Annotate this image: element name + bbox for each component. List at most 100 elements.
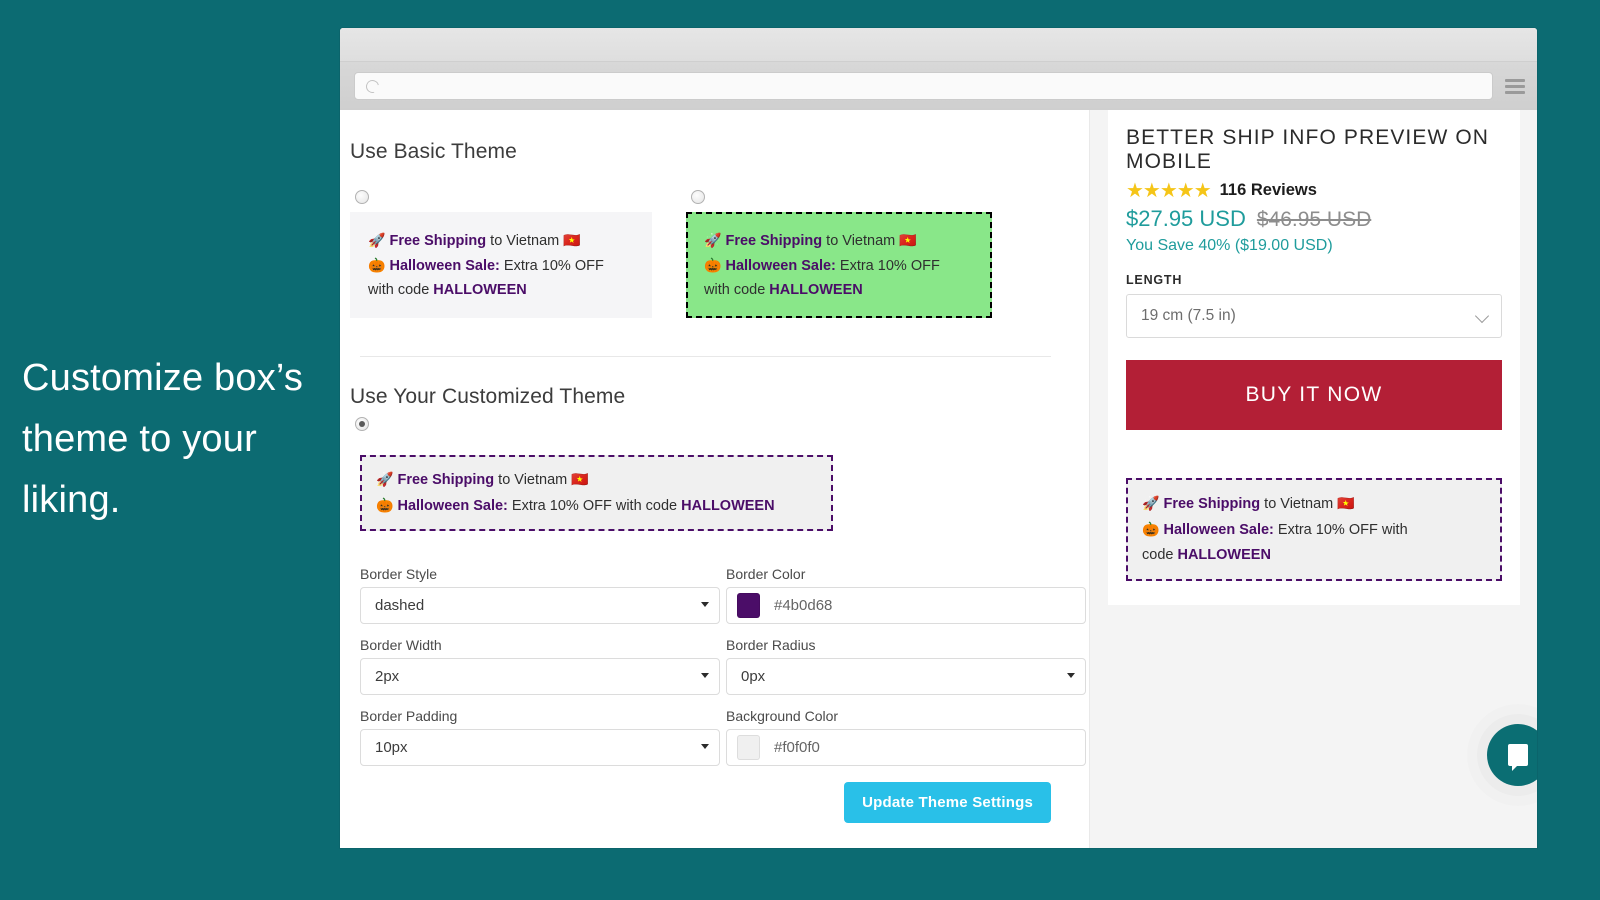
promo-code: HALLOWEEN — [433, 282, 526, 298]
rocket-icon: 🚀 — [368, 232, 385, 248]
vietnam-flag-icon: 🇻🇳 — [899, 232, 916, 248]
free-shipping-label: Free Shipping — [725, 233, 822, 249]
label-border-width: Border Width — [360, 637, 720, 653]
section-divider — [360, 356, 1051, 357]
free-shipping-label: Free Shipping — [389, 233, 486, 249]
value-background-color[interactable]: #f0f0f0 — [774, 739, 820, 756]
field-background-color: Background Color #f0f0f0 — [726, 699, 1086, 766]
price-current: $27.95 USD — [1126, 206, 1246, 232]
preview-light-line1: 🚀 Free Shipping to Vietnam 🇻🇳 — [368, 228, 634, 253]
preview-box-custom[interactable]: 🚀 Free Shipping to Vietnam 🇻🇳 🎃 Hallowee… — [360, 455, 833, 531]
free-shipping-rest: to Vietnam — [486, 233, 563, 249]
halloween-sale-label: Halloween Sale: — [397, 498, 507, 514]
chat-bubble-icon — [1508, 744, 1528, 766]
halloween-sale-label: Halloween Sale: — [1163, 522, 1273, 538]
rocket-icon: 🚀 — [704, 232, 721, 248]
hamburger-menu-icon[interactable] — [1505, 79, 1527, 94]
vietnam-flag-icon: 🇻🇳 — [563, 232, 580, 248]
preview-box-light[interactable]: 🚀 Free Shipping to Vietnam 🇻🇳 🎃 Hallowee… — [350, 212, 652, 318]
chevron-down-icon — [1475, 309, 1489, 323]
field-border-style: Border Style dashed — [360, 557, 720, 624]
vietnam-flag-icon: 🇻🇳 — [1337, 495, 1354, 511]
select-border-width[interactable]: 2px — [360, 658, 720, 695]
halloween-sale-rest: Extra 10% OFF with code — [508, 498, 681, 514]
free-shipping-label: Free Shipping — [1163, 496, 1260, 512]
price-original: $46.95 USD — [1257, 208, 1371, 232]
option-label-length: LENGTH — [1126, 273, 1502, 287]
halloween-sale-label: Halloween Sale: — [389, 258, 499, 274]
field-border-radius: Border Radius 0px — [726, 628, 1086, 695]
swatch-border-color[interactable] — [737, 593, 760, 618]
halloween-sale-rest: Extra 10% OFF — [836, 258, 940, 274]
address-bar[interactable] — [354, 72, 1493, 100]
mobile-shipping-box[interactable]: 🚀 Free Shipping to Vietnam 🇻🇳 🎃 Hallowee… — [1126, 478, 1502, 581]
buy-it-now-button[interactable]: BUY IT NOW — [1126, 360, 1502, 430]
basic-theme-options: 🚀 Free Shipping to Vietnam 🇻🇳 🎃 Hallowee… — [350, 182, 1061, 318]
update-theme-settings-button[interactable]: Update Theme Settings — [844, 782, 1051, 823]
pumpkin-icon: 🎃 — [376, 497, 393, 513]
review-count[interactable]: 116 Reviews — [1220, 181, 1317, 200]
pumpkin-icon: 🎃 — [368, 257, 385, 273]
mobile-preview-panel: BETTER SHIP INFO PREVIEW ON MOBILE ★★★★★… — [1089, 110, 1537, 848]
preview-custom-line2: 🎃 Halloween Sale: Extra 10% OFF with cod… — [376, 493, 817, 519]
select-length[interactable]: 19 cm (7.5 in) — [1126, 294, 1502, 338]
preview-green-line2: 🎃 Halloween Sale: Extra 10% OFF — [704, 253, 974, 278]
basic-theme-heading: Use Basic Theme — [350, 140, 1061, 164]
page-caption: Customize box’s theme to your liking. — [22, 348, 332, 531]
chat-widget-button[interactable] — [1487, 724, 1537, 786]
mobile-ship-line3: code HALLOWEEN — [1142, 543, 1486, 568]
product-price: $27.95 USD $46.95 USD — [1126, 206, 1502, 232]
promo-code: HALLOWEEN — [1177, 547, 1270, 563]
halloween-sale-rest: Extra 10% OFF — [500, 258, 604, 274]
value-border-color[interactable]: #4b0d68 — [774, 597, 832, 614]
theme-settings-panel: Use Basic Theme 🚀 Free Shipping to Vietn… — [340, 110, 1089, 848]
select-border-style[interactable]: dashed — [360, 587, 720, 624]
reload-spinner-icon[interactable] — [365, 79, 380, 94]
star-rating-icon: ★★★★★ — [1126, 178, 1211, 203]
product-title: BETTER SHIP INFO PREVIEW ON MOBILE — [1126, 126, 1502, 174]
with-code-prefix: with code — [704, 282, 769, 298]
theme-settings-form: Border Style dashed Border Color #4b0d68… — [360, 557, 1061, 766]
preview-light-line3: with code HALLOWEEN — [368, 278, 634, 302]
free-shipping-rest: to Vietnam — [822, 233, 899, 249]
mobile-ship-line2: 🎃 Halloween Sale: Extra 10% OFF with — [1142, 517, 1486, 543]
savings-line: You Save 40% ($19.00 USD) — [1126, 237, 1502, 255]
mobile-ship-line1: 🚀 Free Shipping to Vietnam 🇻🇳 — [1142, 491, 1486, 517]
promo-code: HALLOWEEN — [769, 282, 862, 298]
rocket-icon: 🚀 — [376, 471, 393, 487]
label-border-radius: Border Radius — [726, 637, 1086, 653]
free-shipping-rest: to Vietnam — [1260, 496, 1337, 512]
free-shipping-label: Free Shipping — [397, 472, 494, 488]
halloween-sale-label: Halloween Sale: — [725, 258, 835, 274]
field-border-color: Border Color #4b0d68 — [726, 557, 1086, 624]
select-border-radius[interactable]: 0px — [726, 658, 1086, 695]
page-body: Use Basic Theme 🚀 Free Shipping to Vietn… — [340, 110, 1537, 848]
pumpkin-icon: 🎃 — [704, 257, 721, 273]
with-code-prefix: with code — [368, 282, 433, 298]
browser-toolbar — [340, 62, 1537, 110]
radio-basic-light[interactable] — [355, 190, 369, 204]
preview-box-green[interactable]: 🚀 Free Shipping to Vietnam 🇻🇳 🎃 Hallowee… — [686, 212, 992, 318]
radio-custom-theme[interactable] — [355, 417, 369, 431]
select-length-value: 19 cm (7.5 in) — [1141, 307, 1236, 325]
product-rating: ★★★★★ 116 Reviews — [1126, 178, 1502, 203]
custom-theme-heading: Use Your Customized Theme — [350, 385, 1061, 409]
preview-light-line2: 🎃 Halloween Sale: Extra 10% OFF — [368, 253, 634, 278]
browser-tab-strip — [340, 28, 1537, 62]
radio-basic-green[interactable] — [691, 190, 705, 204]
halloween-sale-rest: Extra 10% OFF with — [1274, 522, 1408, 538]
browser-window: Use Basic Theme 🚀 Free Shipping to Vietn… — [340, 28, 1537, 848]
rocket-icon: 🚀 — [1142, 495, 1159, 511]
swatch-background-color[interactable] — [737, 735, 760, 760]
vietnam-flag-icon: 🇻🇳 — [571, 471, 588, 487]
select-border-padding[interactable]: 10px — [360, 729, 720, 766]
preview-green-line1: 🚀 Free Shipping to Vietnam 🇻🇳 — [704, 228, 974, 253]
field-border-padding: Border Padding 10px — [360, 699, 720, 766]
with-code-prefix: code — [1142, 547, 1177, 563]
product-card: BETTER SHIP INFO PREVIEW ON MOBILE ★★★★★… — [1108, 110, 1520, 605]
basic-theme-option-green: 🚀 Free Shipping to Vietnam 🇻🇳 🎃 Hallowee… — [686, 182, 1004, 318]
label-border-style: Border Style — [360, 566, 720, 582]
preview-green-line3: with code HALLOWEEN — [704, 278, 974, 302]
label-background-color: Background Color — [726, 708, 1086, 724]
field-border-width: Border Width 2px — [360, 628, 720, 695]
